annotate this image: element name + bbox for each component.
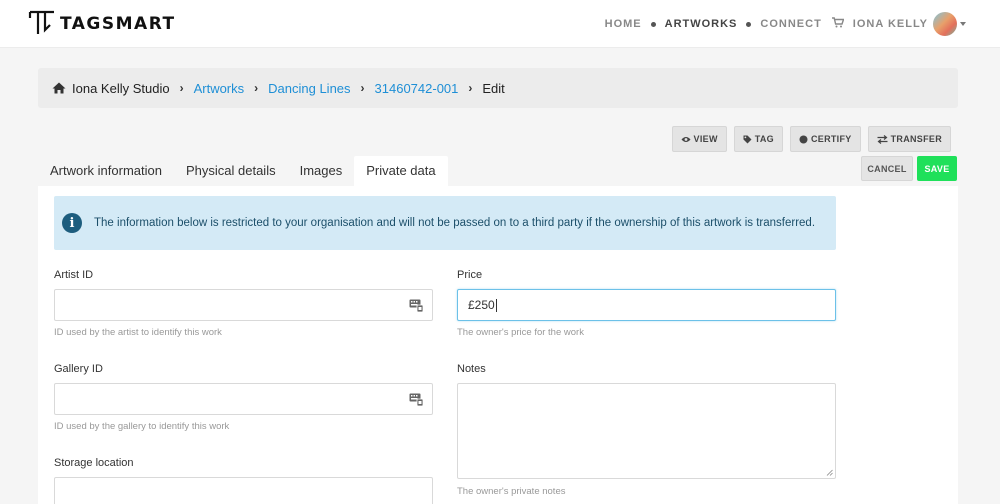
private-data-panel: i The information below is restricted to… <box>38 186 958 504</box>
nav-separator-dot <box>746 21 752 27</box>
breadcrumb-artwork-id[interactable]: 31460742-001 <box>375 81 459 96</box>
artist-id-field[interactable] <box>54 289 433 321</box>
eye-icon <box>681 136 691 142</box>
alert-message: The information below is restricted to y… <box>94 216 816 229</box>
gallery-id-field[interactable] <box>54 383 433 415</box>
resize-grip-icon[interactable] <box>826 469 833 476</box>
gallery-id-help: ID used by the gallery to identify this … <box>54 421 230 432</box>
artist-id-label: Artist ID <box>54 269 94 281</box>
breadcrumb-current: Edit <box>482 80 505 96</box>
notes-textarea[interactable] <box>457 383 836 479</box>
breadcrumb-artworks[interactable]: Artworks <box>194 81 245 96</box>
price-label: Price <box>457 269 483 281</box>
nav-connect[interactable]: CONNECT <box>760 18 821 30</box>
edit-tabs: Artwork information Physical details Ima… <box>38 156 448 186</box>
cart-icon[interactable] <box>831 17 845 31</box>
transfer-arrows-icon <box>877 134 888 144</box>
top-header: TAGSMART HOME ARTWORKS CONNECT IONA KELL… <box>0 0 1000 48</box>
view-label: VIEW <box>693 134 718 144</box>
artwork-actions: VIEW TAG CERTIFY TRANSFER <box>665 126 951 152</box>
breadcrumb: Iona Kelly Studio › Artworks › Dancing L… <box>38 68 958 108</box>
text-cursor <box>495 299 497 313</box>
price-value: £250 <box>468 298 495 312</box>
notes-label: Notes <box>457 363 486 375</box>
tab-artwork-information[interactable]: Artwork information <box>38 156 174 186</box>
price-help: The owner's price for the work <box>457 327 584 338</box>
tab-private-data[interactable]: Private data <box>354 156 448 186</box>
keyboard-autofill-icon[interactable] <box>409 392 424 407</box>
tab-physical-details[interactable]: Physical details <box>174 156 288 186</box>
user-name[interactable]: IONA KELLY <box>853 18 928 30</box>
breadcrumb-separator: › <box>179 81 184 95</box>
home-icon <box>52 82 66 94</box>
brand-name: TAGSMART <box>60 14 176 34</box>
user-avatar[interactable] <box>933 12 957 36</box>
nav-separator-dot <box>650 21 656 27</box>
gallery-id-label: Gallery ID <box>54 363 103 375</box>
breadcrumb-separator: › <box>254 81 259 95</box>
storage-location-label: Storage location <box>54 457 134 469</box>
storage-location-field[interactable] <box>54 477 433 504</box>
info-icon: i <box>62 213 82 233</box>
breadcrumb-home[interactable]: Iona Kelly Studio <box>72 81 170 96</box>
tagsmart-logo-icon <box>28 10 54 34</box>
top-nav: HOME ARTWORKS CONNECT IONA KELLY <box>605 12 966 36</box>
breadcrumb-separator: › <box>468 81 473 95</box>
tab-images[interactable]: Images <box>288 156 355 186</box>
notes-help: The owner's private notes <box>457 486 566 497</box>
tag-label: TAG <box>754 134 774 144</box>
keyboard-autofill-icon[interactable] <box>409 298 424 313</box>
info-alert: i The information below is restricted to… <box>54 196 836 250</box>
nav-home[interactable]: HOME <box>605 18 642 30</box>
tag-icon <box>743 135 752 143</box>
breadcrumb-separator: › <box>360 81 365 95</box>
view-button[interactable]: VIEW <box>671 126 727 152</box>
tag-button[interactable]: TAG <box>733 126 783 152</box>
save-button[interactable]: SAVE <box>917 156 957 181</box>
brand-logo[interactable]: TAGSMART <box>28 6 176 38</box>
cancel-button[interactable]: CANCEL <box>861 156 913 181</box>
transfer-label: TRANSFER <box>890 134 942 144</box>
nav-artworks[interactable]: ARTWORKS <box>665 18 738 30</box>
transfer-button[interactable]: TRANSFER <box>867 126 951 152</box>
price-field[interactable]: £250 <box>457 289 836 321</box>
certificate-icon <box>799 135 808 143</box>
chevron-down-icon[interactable] <box>960 22 966 26</box>
certify-label: CERTIFY <box>810 134 852 144</box>
breadcrumb-artwork-title[interactable]: Dancing Lines <box>268 81 350 96</box>
artist-id-help: ID used by the artist to identify this w… <box>54 327 222 338</box>
certify-button[interactable]: CERTIFY <box>789 126 861 152</box>
